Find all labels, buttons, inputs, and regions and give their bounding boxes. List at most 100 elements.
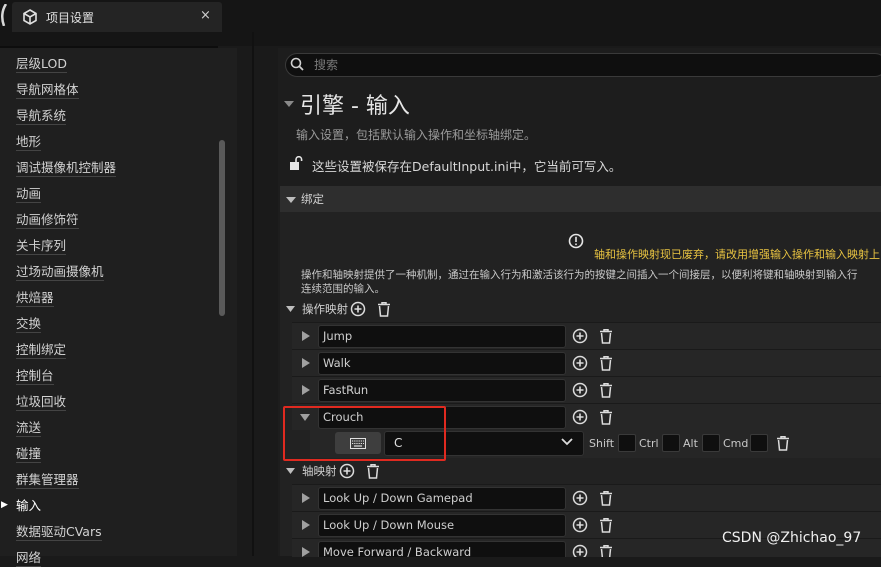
sidebar-item[interactable]: 调试摄像机控制器 (16, 160, 117, 177)
search-placeholder: 搜索 (314, 58, 339, 72)
watermark: CSDN @Zhichao_97 (722, 530, 862, 546)
action-mapping-row: Walk (292, 349, 881, 376)
sidebar-item[interactable]: 烘焙器 (16, 290, 54, 307)
sidebar-item[interactable]: 碰撞 (16, 446, 42, 463)
axis-mapping-row: Look Up / Down Gamepad (292, 484, 881, 511)
sidebar-scrollbar[interactable] (219, 140, 225, 316)
expand-caret-icon[interactable] (302, 493, 310, 503)
ctrl-checkbox[interactable] (662, 434, 680, 452)
action-name-input[interactable]: FastRun (318, 379, 566, 402)
modifier-cmd-label: Cmd (723, 437, 749, 450)
project-settings-icon (23, 9, 37, 25)
action-name: Jump (323, 329, 353, 343)
trash-icon[interactable] (598, 382, 614, 398)
sidebar-item[interactable]: 数据驱动CVars (16, 524, 102, 541)
modifier-alt-label: Alt (683, 437, 698, 450)
page-description: 输入设置，包括默认输入操作和坐标轴绑定。 (296, 128, 537, 142)
tab-project-settings[interactable]: 项目设置 × (12, 2, 222, 32)
axis-mappings-header[interactable]: 轴映射 (280, 459, 881, 483)
logo-icon (1, 4, 8, 26)
sidebar-item[interactable]: 地形 (16, 134, 42, 151)
sidebar-item[interactable]: 垃圾回收 (16, 394, 67, 411)
trash-icon[interactable] (365, 463, 381, 479)
sidebar-item[interactable]: 层级LOD (16, 56, 67, 73)
sidebar-item[interactable]: 导航网格体 (16, 82, 79, 99)
add-icon[interactable] (572, 517, 588, 533)
trash-icon[interactable] (598, 490, 614, 506)
action-name: Walk (323, 356, 351, 370)
add-icon[interactable] (572, 355, 588, 371)
shift-checkbox[interactable] (618, 434, 636, 452)
alt-checkbox[interactable] (702, 434, 720, 452)
sidebar-item[interactable]: 网络 (16, 550, 42, 567)
sidebar-item[interactable]: 动画修饰符 (16, 212, 79, 229)
trash-icon[interactable] (598, 355, 614, 371)
page-title: 引擎 - 输入 (300, 94, 410, 119)
sidebar-item[interactable]: 控制绑定 (16, 342, 67, 359)
warning-icon (568, 233, 584, 249)
expand-caret-icon[interactable] (302, 358, 310, 368)
modifier-shift-label: Shift (589, 437, 615, 450)
axis-name-input[interactable]: Look Up / Down Gamepad (318, 487, 566, 510)
add-icon[interactable] (572, 382, 588, 398)
action-mappings-label: 操作映射 (302, 302, 348, 316)
add-icon[interactable] (350, 301, 366, 317)
sidebar-item[interactable]: 流送 (16, 420, 42, 437)
mapping-info-line: 操作和轴映射提供了一种机制，通过在输入行为和激活该行为的按键之间插入一个间接层，… (301, 269, 858, 281)
collapse-caret-icon[interactable] (286, 468, 295, 475)
expand-caret-icon[interactable] (302, 520, 310, 530)
add-icon[interactable] (572, 328, 588, 344)
search-input[interactable] (285, 53, 881, 77)
action-name-input[interactable]: Walk (318, 352, 566, 375)
sidebar-item[interactable]: 控制台 (16, 368, 54, 385)
deprecation-warning: 轴和操作映射现已废弃，请改用增强输入操作和输入映射上 (594, 248, 880, 261)
cmd-checkbox[interactable] (750, 434, 768, 452)
axis-name: Look Up / Down Mouse (323, 518, 455, 532)
chevron-down-icon (561, 438, 573, 446)
add-icon[interactable] (572, 490, 588, 506)
add-icon[interactable] (572, 544, 588, 557)
config-file-note: 这些设置被保存在DefaultInput.ini中，它当前可写入。 (312, 159, 622, 174)
trash-icon[interactable] (775, 435, 791, 451)
axis-name: Look Up / Down Gamepad (323, 491, 473, 505)
action-mapping-row: Jump (292, 322, 881, 349)
trash-icon[interactable] (598, 328, 614, 344)
add-icon[interactable] (339, 463, 355, 479)
action-name-input[interactable]: Jump (318, 325, 566, 348)
axis-name: Move Forward / Backward (323, 545, 472, 557)
search-icon (290, 57, 304, 71)
trash-icon[interactable] (598, 544, 614, 557)
action-mapping-row: FastRun (292, 376, 881, 403)
collapse-caret-icon[interactable] (286, 306, 295, 313)
trash-icon[interactable] (598, 409, 614, 425)
sidebar-item[interactable]: 群集管理器 (16, 472, 79, 489)
mapping-info-line: 连续范围的输入。 (301, 283, 385, 295)
action-mappings-header[interactable]: 操作映射 (280, 297, 881, 321)
action-name: FastRun (323, 383, 369, 397)
sidebar-item[interactable]: 输入 (16, 498, 41, 515)
sidebar-item[interactable]: 过场动画摄像机 (16, 264, 104, 281)
axis-name-input[interactable]: Move Forward / Backward (318, 541, 566, 557)
tab-title: 项目设置 (46, 11, 95, 25)
bindings-category-header[interactable] (280, 186, 881, 212)
panel-divider[interactable] (252, 32, 254, 556)
sidebar-item[interactable]: 交换 (16, 316, 42, 333)
sidebar-item[interactable]: 导航系统 (16, 108, 67, 125)
add-icon[interactable] (572, 409, 588, 425)
annotation-highlight-box (283, 406, 446, 461)
unlock-icon (290, 156, 303, 170)
collapse-caret-icon[interactable] (284, 99, 294, 109)
sidebar-item[interactable]: 动画 (16, 186, 42, 203)
modifier-ctrl-label: Ctrl (639, 437, 659, 450)
axis-name-input[interactable]: Look Up / Down Mouse (318, 514, 566, 537)
selected-caret-icon: ▶ (1, 500, 8, 510)
collapse-caret-icon[interactable] (286, 196, 296, 204)
expand-caret-icon[interactable] (302, 385, 310, 395)
trash-icon[interactable] (598, 517, 614, 533)
bindings-label: 绑定 (301, 192, 324, 206)
mapping-info: 操作和轴映射提供了一种机制，通过在输入行为和激活该行为的按键之间插入一个间接层，… (301, 268, 881, 296)
expand-caret-icon[interactable] (302, 331, 310, 341)
sidebar-item[interactable]: 关卡序列 (16, 238, 67, 255)
trash-icon[interactable] (376, 301, 392, 317)
close-icon[interactable]: × (200, 8, 211, 23)
